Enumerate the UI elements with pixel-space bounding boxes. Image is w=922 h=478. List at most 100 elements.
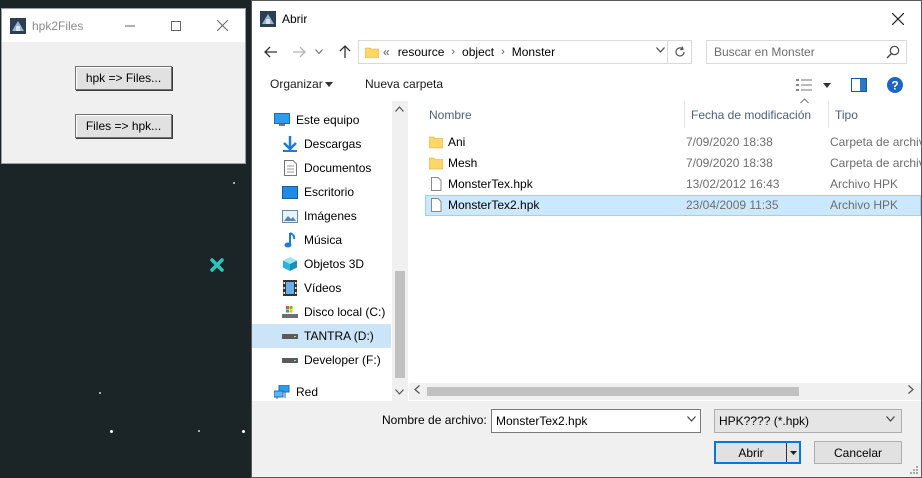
column-header-name[interactable]: Nombre [423, 101, 685, 128]
navigation-pane: Este equipo Descargas Documentos Escrito… [252, 101, 408, 401]
list-item[interactable]: Mesh 7/09/2020 18:38 Carpeta de archivos [425, 153, 922, 174]
minimize-button[interactable] [107, 9, 153, 42]
breadcrumb-overflow[interactable]: « [383, 45, 390, 59]
app-icon [260, 11, 276, 27]
forward-button[interactable] [288, 41, 310, 63]
chevron-down-icon [687, 416, 696, 422]
view-options-icon[interactable] [796, 79, 812, 91]
title-bar: hpk2Files [2, 9, 245, 42]
file-name: MonsterTex.hpk [448, 177, 533, 191]
app-icon [10, 17, 26, 34]
list-item[interactable]: MonsterTex.hpk 13/02/2012 16:43 Archivo … [425, 174, 921, 195]
open-button-label: Abrir [738, 445, 764, 460]
pictures-icon [282, 208, 298, 224]
star-decoration [242, 430, 245, 433]
nav-item-label: TANTRA (D:) [304, 329, 374, 343]
dialog-title: Abrir [282, 12, 308, 26]
file-type: Carpeta de archivos [830, 156, 922, 170]
breadcrumb-object[interactable]: object [462, 45, 494, 59]
close-icon [216, 20, 228, 31]
game-cursor-icon [210, 258, 224, 272]
chevron-down-icon [656, 47, 665, 53]
up-button[interactable] [334, 41, 356, 63]
files-to-hpk-button[interactable]: Files => hpk... [75, 114, 172, 138]
scroll-right-icon[interactable] [908, 385, 914, 397]
filename-dropdown-button[interactable] [687, 414, 696, 425]
nav-item-label: Red [296, 385, 319, 399]
hpk2files-window: hpk2Files hpk => Files... Files => hpk..… [1, 8, 246, 164]
hpk-to-files-button[interactable]: hpk => Files... [75, 66, 172, 90]
nav-item-label: Este equipo [296, 113, 360, 127]
file-name: MonsterTex2.hpk [448, 198, 540, 212]
file-list: Nombre Fecha de modificación Tipo Ani 7/… [409, 98, 922, 401]
command-bar: Organizar Nueva carpeta ? [252, 69, 921, 101]
column-header-date[interactable]: Fecha de modificación [685, 101, 829, 128]
file-type-filter[interactable]: HPK???? (*.hpk) [714, 409, 902, 433]
navigation-scrollbar[interactable] [392, 101, 408, 401]
maximize-button[interactable] [153, 9, 199, 42]
chevron-right-icon[interactable]: › [501, 46, 505, 58]
breadcrumb-monster[interactable]: Monster [512, 45, 555, 59]
music-note-icon [282, 232, 298, 248]
cube-icon [282, 256, 298, 272]
file-type: Archivo HPK [830, 177, 899, 191]
file-name: Mesh [448, 156, 478, 170]
chevron-down-icon [315, 49, 323, 55]
desktop-icon [282, 184, 298, 200]
nav-item-label: Documentos [304, 161, 372, 175]
scrollbar-thumb[interactable] [395, 271, 405, 378]
chevron-right-icon[interactable]: › [451, 46, 455, 58]
dialog-close-button[interactable] [875, 1, 921, 37]
nav-item-tantra-d[interactable]: TANTRA (D:) [252, 324, 391, 348]
list-item-selected[interactable]: MonsterTex2.hpk 23/04/2009 11:35 Archivo… [425, 195, 921, 216]
address-bar[interactable]: « resource › object › Monster [358, 40, 692, 64]
list-item[interactable]: Ani 7/09/2020 18:38 Carpeta de archivos [425, 132, 922, 153]
filter-dropdown-button[interactable] [886, 414, 895, 425]
file-name: Ani [448, 135, 466, 149]
search-placeholder: Buscar en Monster [714, 45, 815, 59]
help-icon[interactable]: ? [887, 77, 903, 93]
scrollbar-thumb[interactable] [427, 387, 799, 396]
search-input[interactable]: Buscar en Monster [706, 40, 907, 64]
computer-icon [274, 112, 290, 128]
scroll-left-icon[interactable] [414, 385, 420, 397]
drive-icon [282, 352, 298, 368]
open-button[interactable]: Abrir [714, 441, 801, 464]
close-icon [892, 13, 904, 25]
close-button[interactable] [199, 9, 245, 42]
address-dropdown-button[interactable] [656, 45, 665, 56]
address-row: « resource › object › Monster Buscar en … [252, 37, 921, 67]
refresh-button[interactable] [667, 41, 691, 63]
cancel-button[interactable]: Cancelar [814, 441, 902, 464]
organize-menu[interactable]: Organizar [270, 77, 323, 91]
file-date: 7/09/2020 18:38 [686, 156, 773, 170]
column-header-type[interactable]: Tipo [829, 101, 921, 128]
drive-icon [282, 328, 298, 344]
window-title: hpk2Files [32, 18, 84, 33]
caret-down-icon[interactable] [823, 83, 831, 88]
filename-input[interactable]: MonsterTex2.hpk [491, 409, 701, 433]
breadcrumb-resource[interactable]: resource [398, 45, 445, 59]
network-icon [274, 384, 290, 400]
search-icon [886, 45, 900, 59]
preview-pane-icon[interactable] [851, 78, 867, 92]
star-decoration [198, 430, 200, 432]
recent-locations-button[interactable] [312, 41, 326, 63]
file-list-hscrollbar[interactable] [409, 383, 921, 400]
chevron-down-icon [886, 416, 895, 422]
open-options-button[interactable] [786, 443, 799, 462]
file-date: 7/09/2020 18:38 [686, 135, 773, 149]
back-button[interactable] [260, 41, 282, 63]
new-folder-button[interactable]: Nueva carpeta [365, 77, 443, 91]
filename-label: Nombre de archivo: [382, 413, 487, 427]
nav-item-label: Developer (F:) [304, 353, 381, 367]
file-type: Archivo HPK [830, 198, 899, 212]
caret-down-icon [789, 450, 797, 455]
scroll-down-icon[interactable] [395, 387, 404, 397]
maximize-icon [171, 20, 181, 31]
file-date: 23/04/2009 11:35 [686, 198, 779, 212]
resize-grip-icon[interactable] [909, 465, 919, 475]
file-icon [431, 198, 442, 212]
document-icon [282, 160, 298, 176]
scroll-up-icon[interactable] [395, 104, 404, 114]
